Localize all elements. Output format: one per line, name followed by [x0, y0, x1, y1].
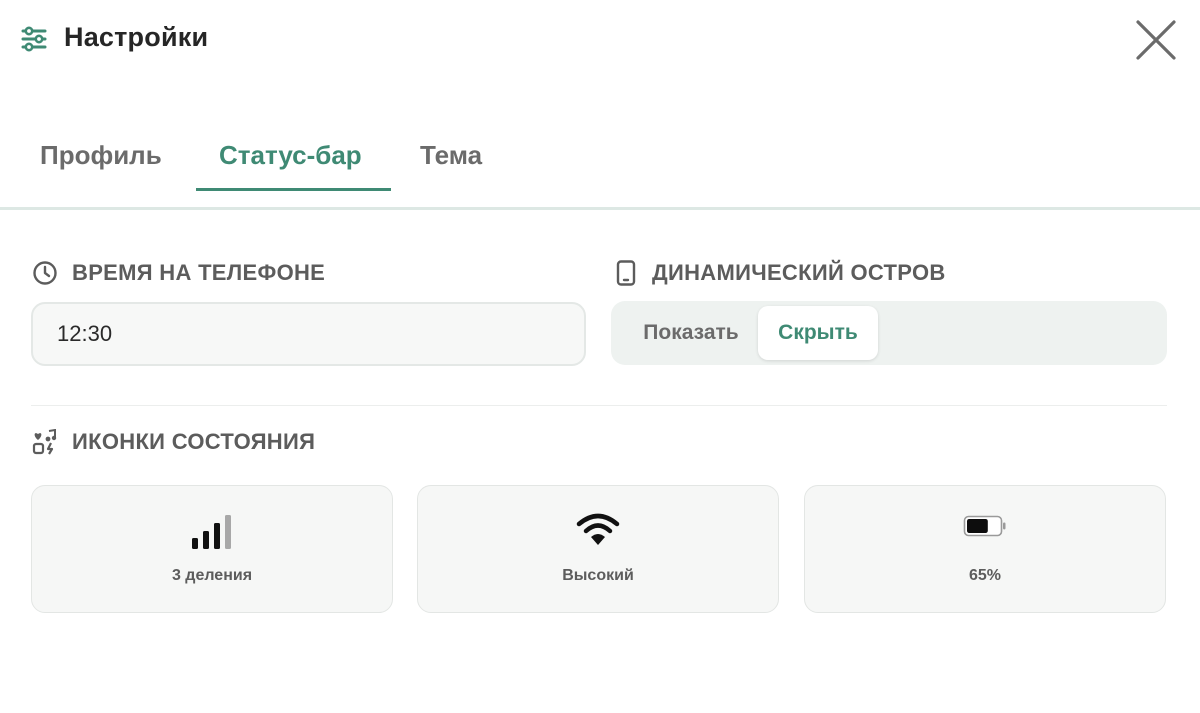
battery-card[interactable]: 65% [804, 485, 1166, 613]
close-icon[interactable] [1134, 18, 1178, 62]
section-divider [31, 405, 1167, 406]
dynamic-island-toggle: Показать Скрыть [611, 301, 1167, 365]
phone-icon [616, 260, 636, 286]
modal-title: Настройки [64, 22, 209, 52]
signal-card[interactable]: 3 деления [31, 485, 393, 613]
wifi-card[interactable]: Высокий [417, 485, 779, 613]
wifi-icon [576, 513, 620, 545]
island-section-label: ДИНАМИЧЕСКИЙ ОСТРОВ [614, 260, 946, 286]
island-hide-option[interactable]: Скрыть [758, 306, 878, 360]
tab-status-bar[interactable]: Статус-бар [219, 140, 362, 171]
time-section-label: ВРЕМЯ НА ТЕЛЕФОНЕ [32, 260, 325, 286]
clock-icon [33, 261, 57, 285]
modal-header: Настройки [0, 0, 1200, 80]
sliders-icon [21, 26, 47, 52]
cellular-signal-icon [192, 515, 231, 549]
battery-icon [963, 515, 1006, 537]
tab-profile[interactable]: Профиль [40, 140, 162, 171]
icons-section-label: ИКОНКИ СОСТОЯНИЯ [32, 429, 315, 455]
wifi-label: Высокий [562, 567, 634, 584]
active-tab-indicator [196, 188, 391, 191]
tab-theme[interactable]: Тема [420, 140, 482, 171]
icons-section-title: ИКОНКИ СОСТОЯНИЯ [72, 429, 316, 454]
phone-time-input[interactable] [31, 302, 586, 366]
status-icons-icon [32, 429, 57, 455]
island-show-option[interactable]: Показать [625, 306, 757, 360]
island-section-title: ДИНАМИЧЕСКИЙ ОСТРОВ [652, 260, 946, 285]
tab-bar: Профиль Статус-бар Тема [0, 128, 1200, 210]
signal-label: 3 деления [171, 567, 253, 584]
battery-label: 65% [968, 567, 1002, 584]
time-section-title: ВРЕМЯ НА ТЕЛЕФОНЕ [72, 260, 326, 285]
